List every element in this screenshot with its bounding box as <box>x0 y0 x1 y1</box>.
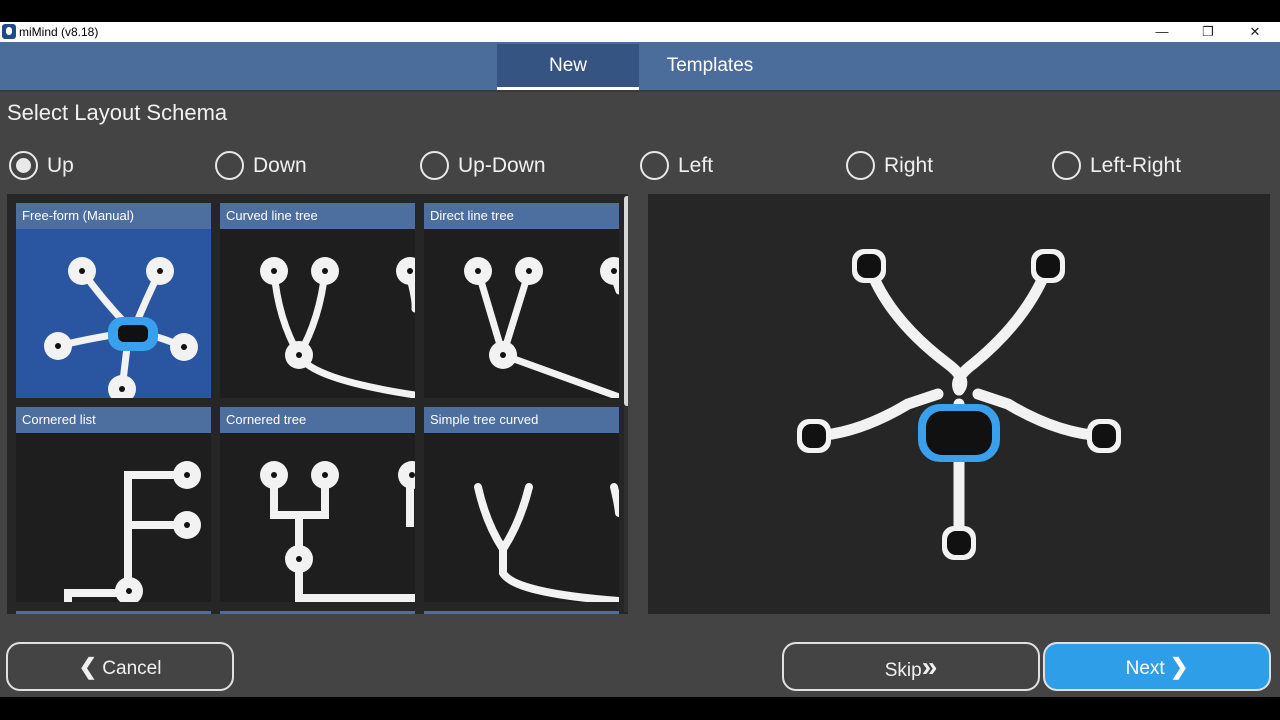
layout-card-free-form[interactable]: Free-form (Manual) <box>16 203 211 398</box>
layout-card-title: Cornered list <box>16 407 211 433</box>
layout-preview <box>648 194 1270 614</box>
layout-card-partial <box>220 611 415 614</box>
tab-new[interactable]: New <box>497 44 639 90</box>
radio-label: Down <box>253 154 307 177</box>
gallery-scrollbar[interactable] <box>624 196 628 612</box>
layout-card-partial <box>16 611 211 614</box>
close-button[interactable]: ✕ <box>1232 22 1278 42</box>
chevron-left-icon: ❮ <box>78 654 97 679</box>
layout-gallery: Free-form (Manual) Curved line tree Dire… <box>7 194 628 614</box>
skip-button[interactable]: Skip» <box>782 642 1040 691</box>
screen: miMind (v8.18) — ❐ ✕ New Templates Selec… <box>0 0 1280 720</box>
layout-card-cornered-list[interactable]: Cornered list <box>16 407 211 602</box>
tab-templates[interactable]: Templates <box>639 44 781 90</box>
minimize-button[interactable]: — <box>1139 22 1185 42</box>
app-window: New Templates Select Layout Schema Up Do… <box>0 42 1280 697</box>
cancel-label: Cancel <box>102 658 162 679</box>
layout-card-partial <box>424 611 619 614</box>
direct-line-tree-thumbnail-icon <box>464 257 619 398</box>
radio-label: Right <box>884 154 934 177</box>
window-titlebar: miMind (v8.18) — ❐ ✕ <box>0 22 1280 42</box>
radio-button-icon <box>1052 151 1081 180</box>
window-title: miMind (v8.18) <box>19 25 99 39</box>
restore-button[interactable]: ❐ <box>1185 22 1231 42</box>
next-button[interactable]: Next ❯ <box>1043 642 1271 691</box>
radio-button-icon <box>640 151 669 180</box>
radio-button-icon <box>215 151 244 180</box>
layout-preview-diagram <box>797 249 1121 560</box>
section-title: Select Layout Schema <box>7 100 228 125</box>
next-label: Next <box>1125 658 1165 679</box>
layout-card-title: Simple tree curved <box>424 407 619 433</box>
cornered-tree-thumbnail-icon <box>260 461 415 602</box>
layout-card-simple-tree-curved[interactable]: Simple tree curved <box>424 407 619 602</box>
layout-card-direct-line-tree[interactable]: Direct line tree <box>424 203 619 398</box>
radio-label: Up <box>47 154 74 177</box>
radio-label: Up-Down <box>458 154 546 177</box>
radio-label: Left-Right <box>1090 154 1182 177</box>
radio-button-icon <box>420 151 449 180</box>
radio-label: Left <box>678 154 714 177</box>
skip-label: Skip <box>884 660 922 681</box>
layout-card-title: Direct line tree <box>424 203 619 229</box>
scrollbar-thumb[interactable] <box>624 196 628 406</box>
layout-card-cornered-tree[interactable]: Cornered tree <box>220 407 415 602</box>
layout-card-title: Free-form (Manual) <box>16 203 211 229</box>
simple-tree-curved-thumbnail-icon <box>474 483 619 602</box>
bottom-strip <box>0 697 1280 720</box>
layout-card-title: Cornered tree <box>220 407 415 433</box>
layout-card-title: Curved line tree <box>220 203 415 229</box>
cancel-button[interactable]: ❮ Cancel <box>6 642 234 691</box>
curved-line-tree-thumbnail-icon <box>260 257 415 398</box>
double-chevron-right-icon: » <box>921 651 938 682</box>
tab-bar: New Templates <box>0 42 1280 92</box>
radio-button-icon <box>9 151 38 180</box>
app-logo-icon <box>2 24 16 39</box>
cornered-list-thumbnail-icon <box>64 461 201 602</box>
radio-button-icon <box>846 151 875 180</box>
free-form-thumbnail-icon <box>44 257 198 398</box>
layout-card-curved-line-tree[interactable]: Curved line tree <box>220 203 415 398</box>
chevron-right-icon: ❯ <box>1169 654 1189 679</box>
